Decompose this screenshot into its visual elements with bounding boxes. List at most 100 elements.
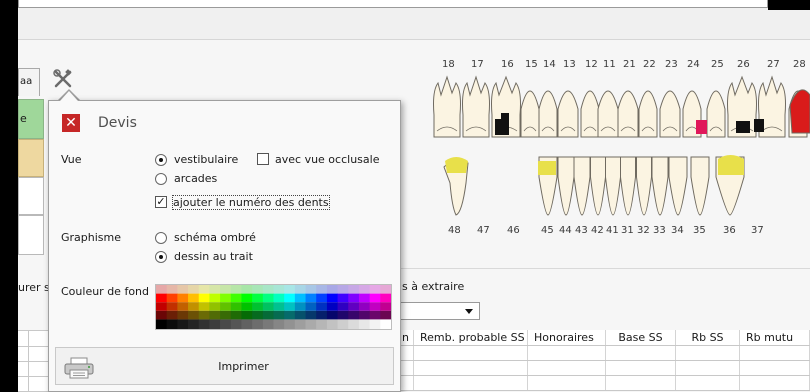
- palette-swatch[interactable]: [326, 319, 338, 329]
- palette-swatch[interactable]: [316, 310, 328, 320]
- lower-tooth[interactable]: [620, 156, 636, 216]
- palette-swatch[interactable]: [188, 319, 200, 329]
- palette-swatch[interactable]: [369, 319, 381, 329]
- palette-swatch[interactable]: [198, 293, 210, 303]
- checkbox-numero-dents[interactable]: ✓: [155, 196, 167, 208]
- palette-swatch[interactable]: [177, 319, 189, 329]
- palette-swatch[interactable]: [358, 319, 371, 329]
- palette-swatch[interactable]: [177, 285, 189, 294]
- color-palette[interactable]: [155, 284, 392, 330]
- palette-swatch[interactable]: [209, 285, 221, 294]
- lower-tooth[interactable]: [651, 156, 669, 216]
- upper-tooth[interactable]: [706, 90, 726, 138]
- palette-swatch[interactable]: [262, 285, 274, 294]
- close-icon[interactable]: ✕: [62, 114, 80, 132]
- palette-swatch[interactable]: [337, 310, 349, 320]
- palette-swatch[interactable]: [220, 319, 232, 329]
- upper-tooth[interactable]: [580, 90, 600, 138]
- palette-swatch[interactable]: [262, 319, 274, 329]
- side-row-white-1[interactable]: [18, 177, 44, 215]
- palette-swatch[interactable]: [358, 310, 371, 320]
- palette-swatch[interactable]: [358, 302, 371, 311]
- print-button[interactable]: Imprimer: [55, 347, 394, 385]
- palette-swatch[interactable]: [294, 319, 306, 329]
- palette-swatch[interactable]: [241, 293, 253, 303]
- palette-swatch[interactable]: [316, 302, 328, 311]
- palette-swatch[interactable]: [241, 310, 253, 320]
- radio-schema-ombre[interactable]: [155, 232, 167, 244]
- palette-swatch[interactable]: [198, 310, 210, 320]
- palette-swatch[interactable]: [305, 319, 317, 329]
- palette-swatch[interactable]: [220, 302, 232, 311]
- palette-swatch[interactable]: [326, 310, 338, 320]
- palette-swatch[interactable]: [273, 319, 285, 329]
- lower-tooth[interactable]: [690, 156, 710, 216]
- palette-swatch[interactable]: [252, 302, 264, 311]
- palette-swatch[interactable]: [209, 310, 221, 320]
- palette-swatch[interactable]: [305, 302, 317, 311]
- palette-swatch[interactable]: [262, 310, 274, 320]
- palette-swatch[interactable]: [316, 319, 328, 329]
- upper-tooth[interactable]: [433, 75, 461, 138]
- palette-swatch[interactable]: [262, 293, 274, 303]
- palette-swatch[interactable]: [380, 293, 391, 303]
- palette-swatch[interactable]: [252, 310, 264, 320]
- table-row[interactable]: [400, 361, 810, 376]
- palette-swatch[interactable]: [230, 285, 242, 294]
- palette-swatch[interactable]: [294, 293, 306, 303]
- palette-swatch[interactable]: [326, 293, 338, 303]
- checkbox-numero-dents-label[interactable]: ajouter le numéro des dents: [172, 195, 330, 210]
- palette-swatch[interactable]: [156, 302, 168, 311]
- col-header-base-ss[interactable]: Base SS: [606, 330, 676, 345]
- palette-swatch[interactable]: [209, 293, 221, 303]
- palette-swatch[interactable]: [305, 285, 317, 294]
- col-header-remb[interactable]: Remb. probable SS: [414, 330, 528, 345]
- upper-tooth[interactable]: [520, 90, 540, 138]
- palette-swatch[interactable]: [177, 293, 189, 303]
- palette-swatch[interactable]: [294, 310, 306, 320]
- lower-tooth[interactable]: [605, 156, 621, 216]
- radio-dessin-au-trait[interactable]: [155, 251, 167, 263]
- palette-swatch[interactable]: [188, 302, 200, 311]
- palette-swatch[interactable]: [241, 302, 253, 311]
- palette-swatch[interactable]: [273, 310, 285, 320]
- palette-swatch[interactable]: [166, 293, 178, 303]
- palette-swatch[interactable]: [198, 302, 210, 311]
- lower-tooth[interactable]: [557, 156, 575, 216]
- lower-tooth[interactable]: [590, 156, 606, 216]
- palette-swatch[interactable]: [230, 293, 242, 303]
- palette-swatch[interactable]: [337, 302, 349, 311]
- palette-swatch[interactable]: [369, 285, 381, 294]
- palette-swatch[interactable]: [305, 293, 317, 303]
- palette-swatch[interactable]: [369, 302, 381, 311]
- col-header-rb-mutuelle[interactable]: Rb mutu: [740, 330, 810, 345]
- palette-swatch[interactable]: [380, 310, 391, 320]
- lower-tooth[interactable]: [573, 156, 591, 216]
- table-row[interactable]: [400, 346, 810, 361]
- palette-swatch[interactable]: [156, 319, 168, 329]
- palette-swatch[interactable]: [294, 302, 306, 311]
- palette-swatch[interactable]: [209, 302, 221, 311]
- upper-tooth[interactable]: [617, 90, 639, 138]
- col-header-honoraires[interactable]: Honoraires: [528, 330, 606, 345]
- palette-swatch[interactable]: [316, 285, 328, 294]
- upper-tooth[interactable]: [557, 90, 579, 138]
- palette-swatch[interactable]: [326, 302, 338, 311]
- palette-swatch[interactable]: [198, 285, 210, 294]
- palette-swatch[interactable]: [326, 285, 338, 294]
- palette-swatch[interactable]: [284, 302, 296, 311]
- palette-swatch[interactable]: [177, 310, 189, 320]
- palette-swatch[interactable]: [348, 293, 360, 303]
- palette-swatch[interactable]: [166, 319, 178, 329]
- palette-swatch[interactable]: [166, 302, 178, 311]
- extraire-dropdown[interactable]: [400, 302, 480, 320]
- radio-arcades[interactable]: [155, 173, 167, 185]
- palette-swatch[interactable]: [294, 285, 306, 294]
- side-row-white-2[interactable]: [18, 215, 44, 255]
- palette-swatch[interactable]: [220, 285, 232, 294]
- lower-tooth[interactable]: [668, 156, 688, 216]
- palette-swatch[interactable]: [337, 293, 349, 303]
- palette-swatch[interactable]: [262, 302, 274, 311]
- palette-swatch[interactable]: [252, 293, 264, 303]
- upper-tooth[interactable]: [462, 75, 490, 138]
